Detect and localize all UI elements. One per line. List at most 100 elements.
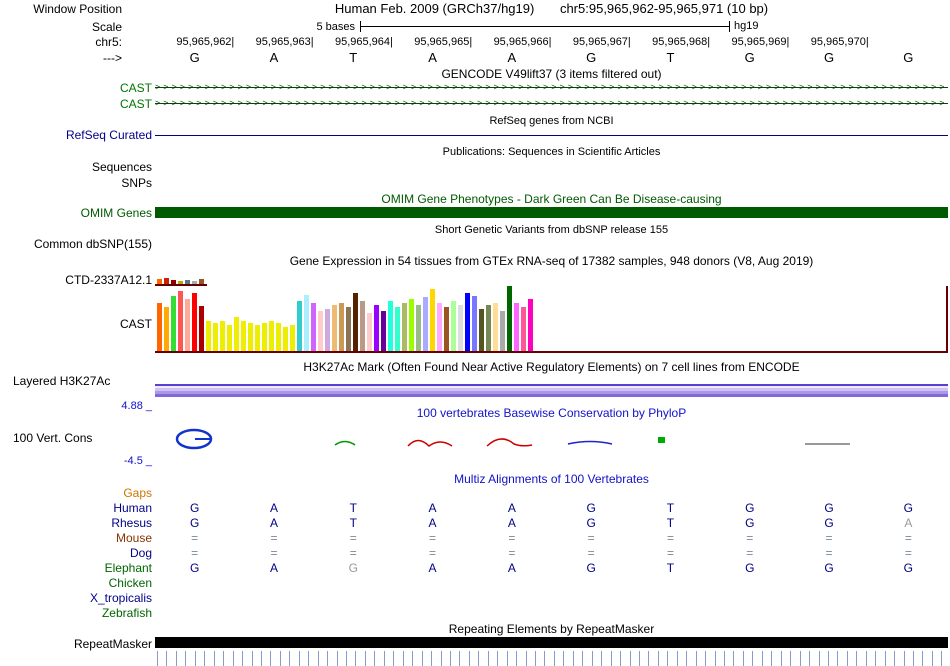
ruler-position[interactable]: 95,965,969| xyxy=(710,35,789,49)
cast-gene-line-1[interactable]: >>>>>>>>>>>>>>>>>>>>>>>>>>>>>>>>>>>>>>>>… xyxy=(155,82,948,93)
gtex-bar[interactable] xyxy=(493,303,498,351)
ruler-position[interactable]: 95,965,963| xyxy=(234,35,314,49)
gtex-bar[interactable] xyxy=(507,286,512,351)
gtex-bar[interactable] xyxy=(164,307,169,351)
gtex-bar[interactable] xyxy=(220,321,225,351)
gtex-bar[interactable] xyxy=(402,303,407,351)
base-boundary-tick xyxy=(478,651,480,666)
gtex-bar[interactable] xyxy=(409,299,414,351)
gtex-bar[interactable] xyxy=(325,309,330,351)
gtex-bar[interactable] xyxy=(185,299,190,351)
gtex-bar[interactable] xyxy=(269,321,274,351)
base-boundary-tick xyxy=(610,651,612,666)
gtex-bar[interactable] xyxy=(465,293,470,351)
gtex-bar[interactable] xyxy=(423,297,428,351)
omim-genes-label[interactable]: OMIM Genes xyxy=(81,206,152,220)
ruler-position[interactable]: 95,965,970| xyxy=(789,35,869,49)
gtex-bar[interactable] xyxy=(206,321,211,351)
ruler-row[interactable]: 95,965,962| 95,965,963| 95,965,964| 95,965,… xyxy=(155,35,948,49)
gtex-bar[interactable] xyxy=(234,317,239,351)
ruler-position[interactable]: 95,965,964| xyxy=(314,35,393,49)
gtex-bar[interactable] xyxy=(171,296,176,351)
gtex-bar[interactable] xyxy=(157,303,162,351)
ctd-gene-label[interactable]: CTD-2337A12.1 xyxy=(65,273,152,287)
dbsnp-label[interactable]: Common dbSNP(155) xyxy=(34,237,152,251)
assembly-title: Human Feb. 2009 (GRCh37/hg19) xyxy=(334,1,535,16)
gtex-bar[interactable] xyxy=(332,305,337,351)
gtex-bar[interactable] xyxy=(353,293,358,351)
gtex-bar[interactable] xyxy=(486,305,491,351)
dbsnp-title: Short Genetic Variants from dbSNP releas… xyxy=(434,224,669,236)
gtex-bar[interactable] xyxy=(514,303,519,351)
gtex-bar[interactable] xyxy=(374,305,379,351)
refseq-track-line[interactable] xyxy=(155,135,948,136)
cons-track-label[interactable]: 100 Vert. Cons xyxy=(13,431,92,445)
species-label-x_tropicalis[interactable]: X_tropicalis xyxy=(90,591,152,605)
gtex-bar[interactable] xyxy=(430,289,435,351)
gtex-bar[interactable] xyxy=(262,323,267,351)
refseq-curated-label[interactable]: RefSeq Curated xyxy=(66,128,152,142)
gtex-bar[interactable] xyxy=(479,309,484,351)
species-label-chicken[interactable]: Chicken xyxy=(109,576,152,590)
gtex-bar[interactable] xyxy=(437,303,442,351)
gtex-bar[interactable] xyxy=(521,307,526,351)
gtex-bar[interactable] xyxy=(297,301,302,351)
ruler-position[interactable]: 95,965,968| xyxy=(631,35,710,49)
gtex-bar[interactable] xyxy=(178,291,183,351)
gtex-bar[interactable] xyxy=(360,301,365,351)
species-label-mouse[interactable]: Mouse xyxy=(116,531,152,545)
species-label-dog[interactable]: Dog xyxy=(130,546,152,560)
ruler-position[interactable]: 95,965,966| xyxy=(472,35,552,49)
species-label-human[interactable]: Human xyxy=(113,501,152,515)
gtex-bar[interactable] xyxy=(367,313,372,351)
gtex-bar[interactable] xyxy=(283,327,288,351)
alignment-base: T xyxy=(666,501,675,515)
gtex-bar[interactable] xyxy=(528,299,533,351)
gene-label-cast-2[interactable]: CAST xyxy=(120,97,152,111)
gtex-bar[interactable] xyxy=(304,295,309,351)
phylop-graph[interactable] xyxy=(155,418,948,464)
gtex-bar[interactable] xyxy=(199,306,204,351)
ruler-position[interactable]: 95,965,962| xyxy=(155,35,234,49)
gtex-bar[interactable] xyxy=(451,301,456,351)
ctd-chart[interactable] xyxy=(157,276,206,284)
gtex-bar[interactable] xyxy=(311,303,316,351)
h3k27ac-signal-bar[interactable] xyxy=(155,384,948,397)
gtex-bar[interactable] xyxy=(458,305,463,351)
gaps-label[interactable]: Gaps xyxy=(123,486,152,500)
gtex-bar[interactable] xyxy=(241,321,246,351)
gtex-bar[interactable] xyxy=(276,323,281,351)
gtex-bar[interactable] xyxy=(500,311,505,351)
repeatmasker-bar[interactable] xyxy=(155,637,948,648)
h3k27ac-label[interactable]: Layered H3K27Ac xyxy=(13,374,110,388)
species-label-zebrafish[interactable]: Zebrafish xyxy=(102,606,152,620)
gtex-bar[interactable] xyxy=(213,323,218,351)
gtex-bar[interactable] xyxy=(346,307,351,351)
alignment-base: G xyxy=(189,561,200,575)
omim-genes-bar[interactable] xyxy=(155,207,948,218)
gtex-bar[interactable] xyxy=(444,307,449,351)
ruler-position[interactable]: 95,965,965| xyxy=(393,35,472,49)
gtex-bar[interactable] xyxy=(381,311,386,351)
gtex-bar[interactable] xyxy=(290,325,295,351)
gtex-bar[interactable] xyxy=(416,305,421,351)
cast-chart[interactable] xyxy=(157,285,535,351)
species-label-elephant[interactable]: Elephant xyxy=(105,561,152,575)
gtex-bar[interactable] xyxy=(339,303,344,351)
gtex-cast-label[interactable]: CAST xyxy=(120,317,152,331)
gtex-bar[interactable] xyxy=(248,323,253,351)
gtex-bar[interactable] xyxy=(388,301,393,351)
gene-label-cast-1[interactable]: CAST xyxy=(120,81,152,95)
ruler-position[interactable]: 95,965,967| xyxy=(552,35,631,49)
gtex-bar[interactable] xyxy=(255,325,260,351)
gtex-bar[interactable] xyxy=(395,307,400,351)
gtex-bar[interactable] xyxy=(472,296,477,351)
gtex-bar[interactable] xyxy=(318,311,323,351)
sequences-label[interactable]: Sequences xyxy=(92,160,152,174)
gtex-bar[interactable] xyxy=(192,293,197,351)
repeatmasker-label[interactable]: RepeatMasker xyxy=(74,637,152,651)
snps-label[interactable]: SNPs xyxy=(121,176,152,190)
cast-gene-line-2[interactable]: >>>>>>>>>>>>>>>>>>>>>>>>>>>>>>>>>>>>>>>>… xyxy=(155,98,948,109)
species-label-rhesus[interactable]: Rhesus xyxy=(111,516,152,530)
gtex-bar[interactable] xyxy=(227,325,232,351)
